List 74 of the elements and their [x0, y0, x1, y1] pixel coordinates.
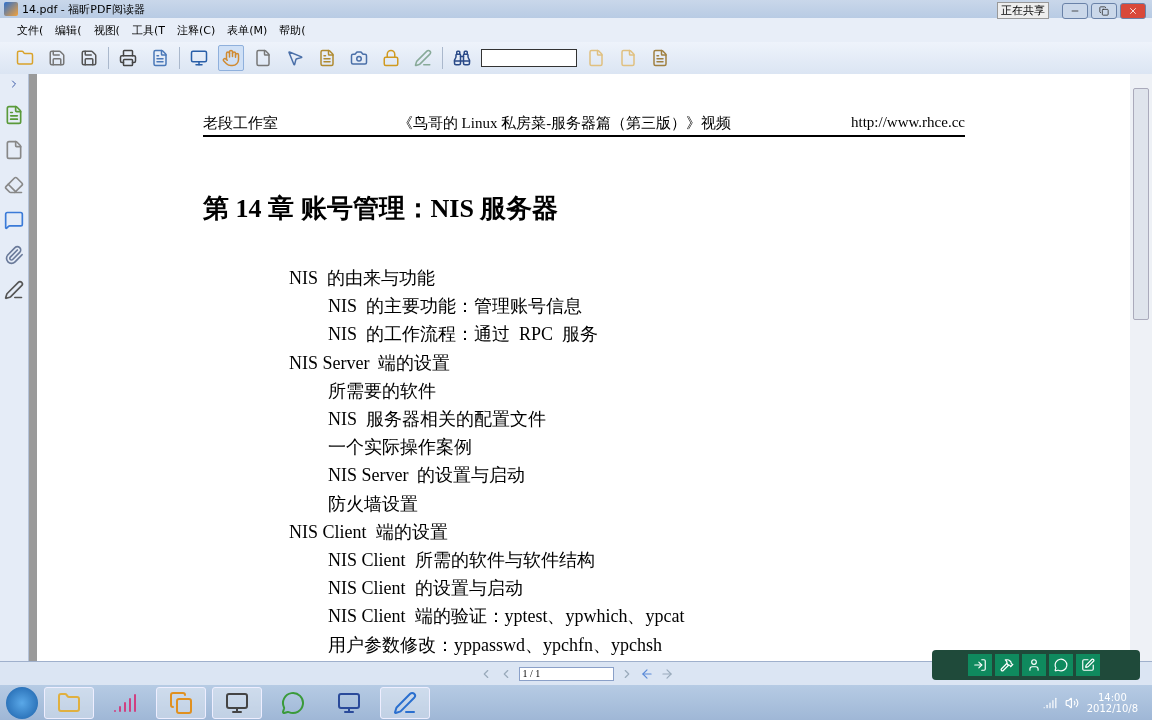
signature-icon [4, 280, 24, 300]
page-icon [587, 49, 605, 67]
folder-icon [57, 690, 81, 715]
save-icon [80, 49, 98, 67]
enter-button[interactable] [968, 654, 992, 676]
outline-subitem: 用户参数修改：yppasswd、ypchfn、ypchsh [328, 633, 663, 657]
pen-icon [414, 49, 432, 67]
outline-subitem: NIS 的工作流程：通过 RPC 服务 [328, 323, 600, 347]
outline-subitem: NIS 服务器相关的配置文件 [328, 408, 547, 431]
user-button[interactable] [1022, 654, 1046, 676]
menu-item[interactable]: 文件( [14, 22, 47, 38]
pointer-icon [286, 49, 304, 67]
document-icon [318, 49, 336, 67]
restore-icon [1099, 5, 1109, 16]
save-icon [48, 49, 66, 67]
hand-icon [222, 49, 240, 67]
outline-subitem: 防火墙设置 [328, 492, 419, 516]
outline-subitem: NIS Server 的设置与启动 [328, 464, 527, 488]
volume-icon [1064, 695, 1079, 710]
outline-subitem: NIS Client 端的验证：yptest、ypwhich、ypcat [328, 605, 686, 629]
hammer-button[interactable] [995, 654, 1019, 676]
person-icon [1027, 658, 1041, 672]
outline-subitem: NIS 的主要功能：管理账号信息 [328, 295, 583, 319]
edit-button[interactable] [1076, 654, 1100, 676]
document-icon [651, 49, 669, 67]
signal-icon [1042, 695, 1057, 710]
menu-item[interactable]: 工具(T [128, 22, 168, 38]
speech-bubble-icon [1054, 658, 1068, 672]
monitor-icon [190, 49, 208, 67]
taskbar-button[interactable] [380, 686, 430, 719]
file-icon [151, 49, 169, 67]
back-icon [639, 666, 654, 681]
menu-item[interactable]: 编辑( [52, 22, 85, 38]
outline-item: NIS Server 端的设置 [289, 351, 452, 375]
menu-item[interactable]: 表单(M) [224, 22, 271, 38]
binoculars-icon [453, 49, 471, 67]
eraser-icon [4, 175, 24, 195]
scrollbar[interactable] [1130, 74, 1152, 661]
restore-button[interactable] [1091, 2, 1117, 19]
printer-icon [119, 49, 137, 67]
close-button[interactable] [1120, 2, 1146, 19]
minimize-button[interactable] [1062, 2, 1088, 19]
chat-button[interactable] [1049, 654, 1073, 676]
enter-icon [973, 658, 987, 672]
menu-item[interactable]: 帮助( [276, 22, 309, 38]
app-icon [4, 2, 18, 16]
menu-item[interactable]: 注释(C) [173, 22, 219, 38]
taskbar-button[interactable] [212, 686, 262, 719]
outline-subitem: NIS Client 的设置与启动 [328, 577, 524, 601]
header-text: 老段工作室 [203, 114, 278, 133]
comments-icon [4, 210, 24, 230]
sharing-label: 正在共享 [997, 2, 1049, 19]
header-text: 《鸟哥的 Linux 私房菜-服务器篇（第三版）》视频 [397, 114, 732, 133]
window-title: 14.pdf - 福昕PDF阅读器 [22, 1, 145, 17]
menu-item[interactable]: 视图( [90, 22, 123, 38]
outline-subitem: 一个实际操作案例 [328, 436, 473, 460]
find-field[interactable] [481, 49, 577, 67]
outline-item: NIS Client 端的设置 [289, 520, 449, 544]
outline-item: NIS 的由来与功能 [289, 267, 436, 290]
close-icon [1128, 5, 1138, 16]
forward-icon [659, 666, 674, 681]
paperclip-icon [4, 245, 24, 265]
chapter-title: 第 14 章 账号管理：NIS 服务器 [203, 193, 560, 225]
hammer-icon [1000, 658, 1014, 672]
camera-icon [350, 49, 368, 67]
edit-icon [1081, 658, 1095, 672]
outline-subitem: NIS Client 所需的软件与软件结构 [328, 549, 596, 573]
pages-icon [4, 140, 24, 160]
lock-icon [382, 49, 400, 67]
start-button[interactable] [6, 686, 38, 719]
outline-subitem: 所需要的软件 [328, 379, 437, 403]
page-icon [619, 49, 637, 67]
page-number-field[interactable]: 1 / 1 [518, 666, 614, 681]
folder-icon [16, 49, 34, 67]
